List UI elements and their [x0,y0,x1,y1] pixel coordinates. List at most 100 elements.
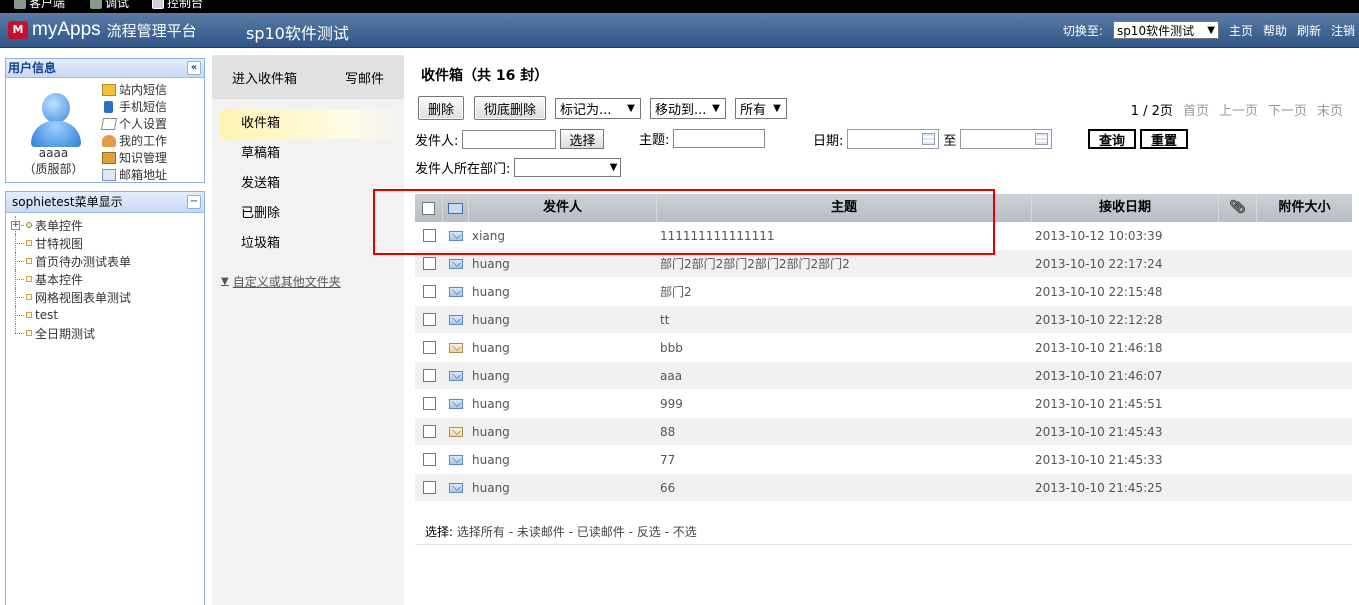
column-from[interactable]: 发件人 [469,194,657,222]
calendar-icon[interactable] [1035,133,1049,145]
select-sender-button[interactable]: 选择 [560,129,605,149]
table-row[interactable]: huang 部门2部门2部门2部门2部门2部门2 2013-10-10 22:17:… [415,250,1352,278]
move-to-select[interactable]: 移动到... ▼ [650,97,727,119]
row-subject[interactable]: 66 [657,481,1032,495]
row-from[interactable]: huang [469,313,657,327]
table-row[interactable]: huang aaa 2013-10-10 21:46:07 [415,362,1352,390]
prev-page-link[interactable]: 上一页 [1219,100,1258,119]
table-row[interactable]: xiang 111111111111111 2013-10-12 10:03:39 [415,222,1352,250]
row-subject[interactable]: 111111111111111 [657,229,1032,243]
column-size[interactable]: 附件大小 [1257,194,1352,222]
user-info-panel: 用户信息 « aaaa （质服部） 站内短信 手机短信 个人设置 我的工作 知识… [5,58,205,183]
tree-item-home-todo[interactable]: 首页待办测试表单 [6,252,204,270]
avatar-head [42,93,70,123]
tree-item-basic-controls[interactable]: 基本控件 [6,270,204,288]
row-subject[interactable]: 999 [657,397,1032,411]
delete-button[interactable]: 删除 [418,96,465,120]
date-from-input[interactable] [847,129,940,149]
column-subject[interactable]: 主题 [657,194,1032,222]
row-from[interactable]: huang [469,257,657,271]
row-checkbox[interactable] [422,481,436,494]
folder-spam[interactable]: 垃圾箱 [212,229,404,259]
tree-item-form-controls[interactable]: + 表单控件 [6,216,204,234]
help-link[interactable]: 帮助 [1263,22,1287,39]
app-switch-select[interactable]: sp10软件测试 ▼ [1112,21,1219,39]
compose-button[interactable]: 写邮件 [297,68,384,87]
logout-link[interactable]: 注销 [1331,22,1355,39]
folder-drafts[interactable]: 草稿箱 [212,139,404,169]
row-from[interactable]: huang [469,425,657,439]
client-link[interactable]: 客户端 [14,0,65,10]
sms-link[interactable]: 手机短信 [102,98,167,115]
row-from[interactable]: huang [469,285,657,299]
subject-input[interactable] [673,129,766,148]
select-all-checkbox[interactable] [422,201,435,215]
select-options-links[interactable]: 选择所有 - 未读邮件 - 已读邮件 - 反选 - 不选 [457,525,697,539]
filter-select[interactable]: 所有 ▼ [735,97,788,119]
folder-sent[interactable]: 发送箱 [212,169,404,199]
personal-settings-link[interactable]: 个人设置 [100,115,167,132]
row-checkbox[interactable] [422,369,436,382]
next-page-link[interactable]: 下一页 [1268,100,1307,119]
home-link[interactable]: 主页 [1229,22,1253,39]
tree-item-test[interactable]: test [6,306,204,324]
sender-input[interactable] [462,129,557,149]
table-row[interactable]: huang 77 2013-10-10 21:45:33 [415,446,1352,474]
row-subject[interactable]: 77 [657,453,1032,467]
row-from[interactable]: huang [469,453,657,467]
console-link[interactable]: 控制台 [152,0,203,10]
row-from[interactable]: huang [469,481,657,495]
table-row[interactable]: huang tt 2013-10-10 22:12:28 [415,306,1352,334]
collapse-menu-button[interactable]: − [187,195,201,209]
last-page-link[interactable]: 末页 [1317,100,1343,119]
row-checkbox[interactable] [422,257,436,270]
row-subject[interactable]: 88 [657,425,1032,439]
query-button[interactable]: 查询 [1088,129,1137,149]
refresh-link[interactable]: 刷新 [1297,22,1321,39]
knowledge-link[interactable]: 知识管理 [102,149,167,166]
internal-message-link[interactable]: 站内短信 [102,81,167,98]
page-icon [26,294,32,300]
table-row[interactable]: huang bbb 2013-10-10 21:46:18 [415,334,1352,362]
custom-folders-link[interactable]: ▼ 自定义或其他文件夹 [212,273,404,290]
expand-icon[interactable]: + [11,221,20,230]
row-from[interactable]: xiang [469,229,657,243]
enter-inbox-button[interactable]: 进入收件箱 [212,68,297,87]
tree-item-gantt[interactable]: 甘特视图 [6,234,204,252]
reset-button[interactable]: 重置 [1140,129,1189,149]
row-from[interactable]: huang [469,341,657,355]
calendar-icon[interactable] [922,133,936,145]
debug-link[interactable]: 调试 [90,0,129,10]
row-from[interactable]: huang [469,397,657,411]
row-subject[interactable]: tt [657,313,1032,327]
folder-inbox[interactable]: 收件箱 [220,109,404,139]
row-from[interactable]: huang [469,369,657,383]
date-to-input[interactable] [960,129,1053,149]
row-checkbox[interactable] [422,229,436,242]
row-checkbox[interactable] [422,313,436,326]
row-checkbox[interactable] [422,341,436,354]
purge-button[interactable]: 彻底删除 [474,96,547,120]
tree-item-full-date[interactable]: 全日期测试 [6,324,204,342]
my-work-link[interactable]: 我的工作 [102,132,167,149]
table-row[interactable]: huang 部门2 2013-10-10 22:15:48 [415,278,1352,306]
row-subject[interactable]: bbb [657,341,1032,355]
folder-deleted[interactable]: 已删除 [212,199,404,229]
column-date[interactable]: 接收日期 [1032,194,1219,222]
row-subject[interactable]: 部门2部门2部门2部门2部门2部门2 [657,255,1032,272]
collapse-left-button[interactable]: « [187,61,201,75]
table-row[interactable]: huang 66 2013-10-10 21:45:25 [415,474,1352,502]
row-checkbox[interactable] [422,453,436,466]
row-subject[interactable]: aaa [657,369,1032,383]
row-checkbox[interactable] [422,285,436,298]
first-page-link[interactable]: 首页 [1183,100,1209,119]
dept-select[interactable]: ▼ [514,158,622,177]
table-row[interactable]: huang 88 2013-10-10 21:45:43 [415,418,1352,446]
table-row[interactable]: huang 999 2013-10-10 21:45:51 [415,390,1352,418]
mail-address-link[interactable]: 邮箱地址 [102,166,167,183]
tree-item-grid-view[interactable]: 网格视图表单测试 [6,288,204,306]
row-checkbox[interactable] [422,397,436,410]
mark-as-select[interactable]: 标记为... ▼ [555,97,642,119]
row-checkbox[interactable] [422,425,436,438]
row-subject[interactable]: 部门2 [657,283,1032,300]
